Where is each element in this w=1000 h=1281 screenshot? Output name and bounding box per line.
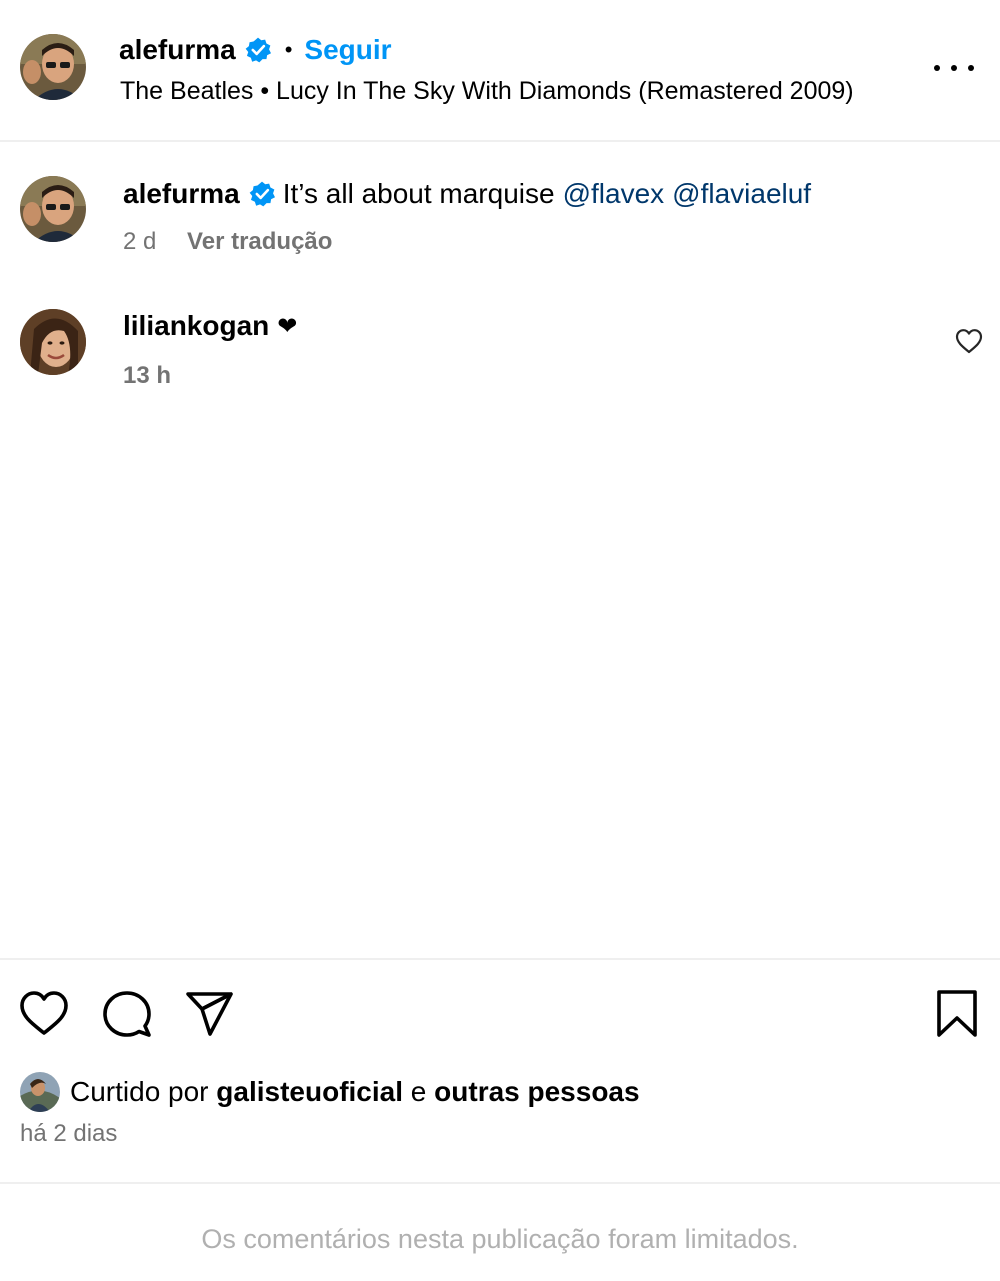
- post-date[interactable]: há 2 dias: [20, 1120, 117, 1148]
- commenter-username[interactable]: liliankogan: [123, 310, 269, 342]
- caption-text: It’s all about marquise: [282, 178, 555, 209]
- others-link[interactable]: outras pessoas: [434, 1076, 639, 1108]
- comments-limited-notice: Os comentários nesta publicação foram li…: [201, 1224, 799, 1254]
- header-user-row: alefurma • Seguir: [119, 30, 392, 70]
- like-heart-icon[interactable]: [18, 988, 70, 1040]
- verified-badge-icon: [245, 37, 271, 63]
- see-translation-button[interactable]: Ver tradução: [187, 228, 332, 255]
- caption-username[interactable]: alefurma: [123, 178, 240, 210]
- caption-meta: 2 d Ver tradução: [123, 228, 332, 256]
- caption-timestamp[interactable]: 2 d: [123, 228, 156, 255]
- comment-text: ❤: [277, 312, 298, 340]
- liker-avatar[interactable]: [20, 1072, 60, 1112]
- post-actions-section: Curtido por galisteuoficial e outras pes…: [0, 958, 1000, 1184]
- follow-button[interactable]: Seguir: [304, 34, 391, 66]
- mention-link[interactable]: @flavex: [563, 178, 665, 210]
- comment-like-heart-icon[interactable]: [955, 328, 983, 354]
- liked-by-prefix: Curtido por: [70, 1076, 209, 1107]
- verified-badge-icon: [249, 181, 275, 207]
- comment-timestamp[interactable]: 13 h: [123, 362, 171, 390]
- liked-by-row: Curtido por galisteuoficial e outras pes…: [20, 1072, 640, 1112]
- caption-author-avatar[interactable]: [20, 176, 86, 242]
- separator-dot: •: [284, 37, 293, 62]
- save-bookmark-icon[interactable]: [931, 988, 983, 1040]
- share-send-icon[interactable]: [184, 988, 236, 1040]
- caption-line: alefurma It’s all about marquise @flavex…: [123, 178, 811, 210]
- audio-track-label[interactable]: The Beatles • Lucy In The Sky With Diamo…: [120, 77, 854, 106]
- author-avatar[interactable]: [20, 34, 86, 100]
- comment-bubble-icon[interactable]: [101, 988, 153, 1040]
- commenter-avatar[interactable]: [20, 309, 86, 375]
- mention-link[interactable]: @flaviaeluf: [672, 178, 811, 210]
- liker-username[interactable]: galisteuoficial: [216, 1076, 403, 1108]
- post-header: alefurma • Seguir The Beatles • Lucy In …: [0, 0, 1000, 142]
- comment-line: liliankogan ❤: [123, 310, 297, 342]
- more-options-icon[interactable]: [934, 56, 974, 80]
- author-username[interactable]: alefurma: [119, 34, 236, 66]
- liked-by-conj: e: [410, 1076, 427, 1107]
